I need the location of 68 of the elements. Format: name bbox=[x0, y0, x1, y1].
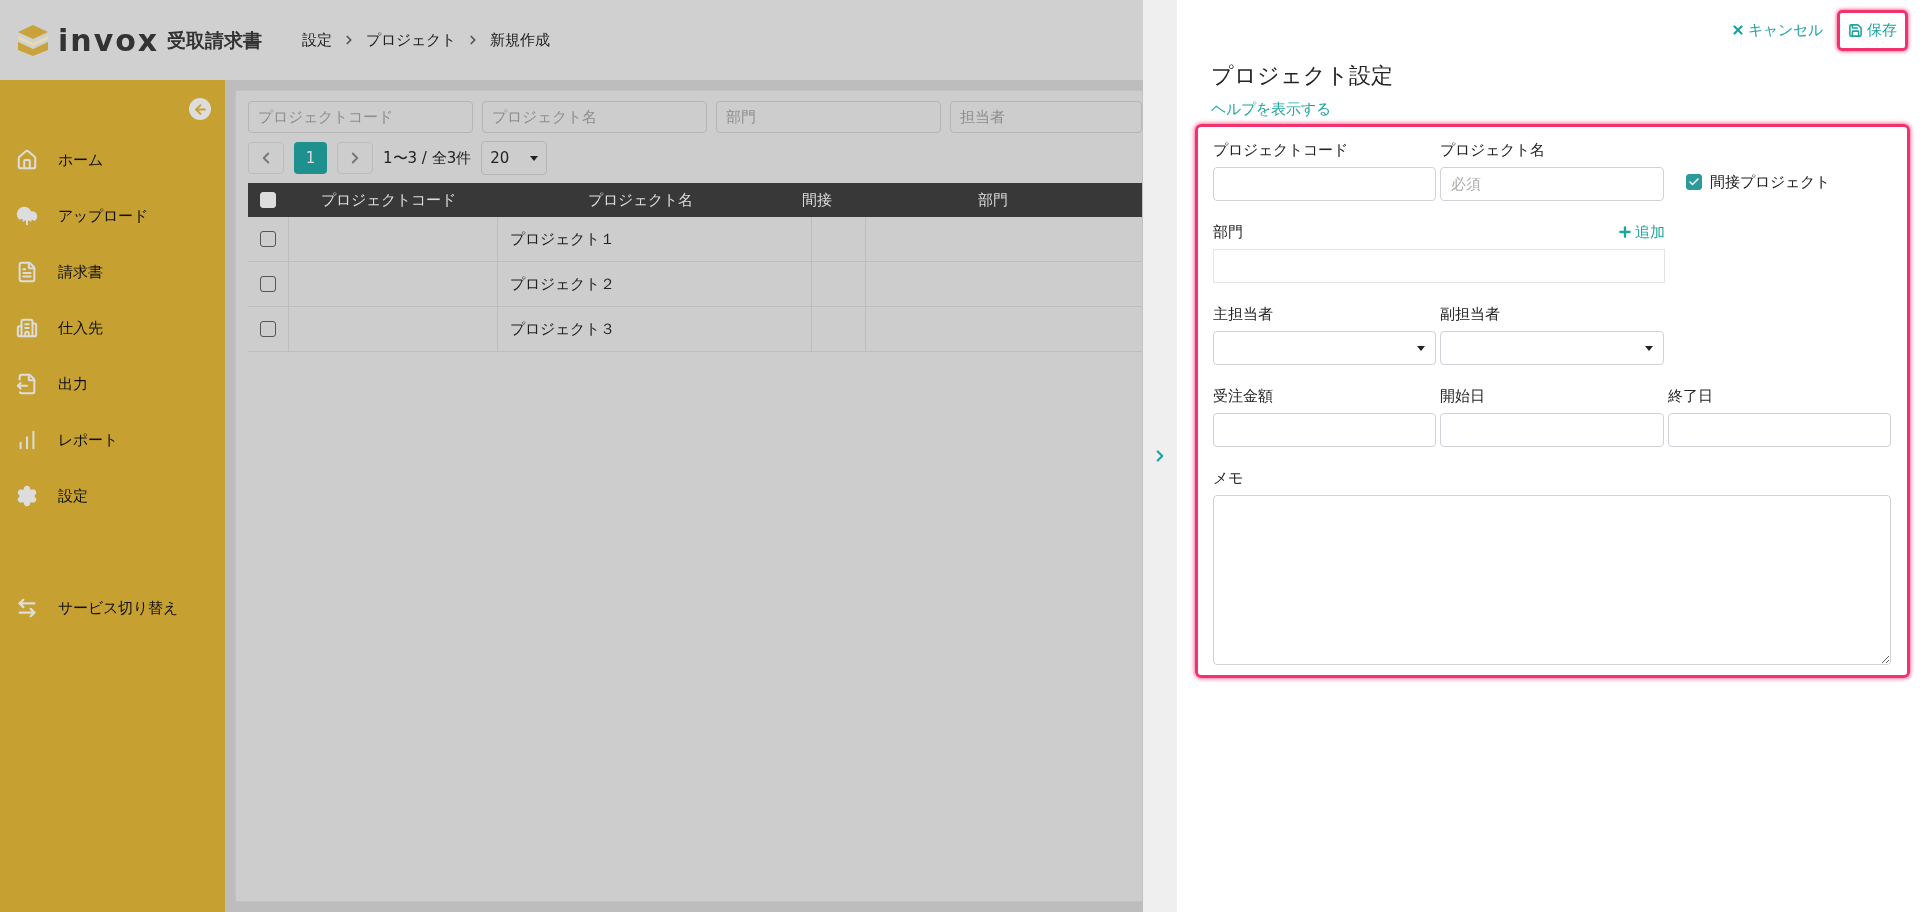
building-icon bbox=[16, 317, 38, 339]
switch-arrows-icon bbox=[16, 597, 38, 619]
prev-page-button[interactable] bbox=[248, 142, 284, 174]
field-label: 終了日 bbox=[1667, 386, 1714, 407]
select-field[interactable] bbox=[1440, 331, 1664, 365]
checkbox[interactable] bbox=[1685, 173, 1702, 190]
checkbox[interactable] bbox=[260, 231, 276, 247]
field-label: 部門 bbox=[1213, 222, 1243, 243]
filter-field[interactable]: プロジェクトコード bbox=[248, 101, 473, 133]
check-icon bbox=[1687, 175, 1700, 188]
home-icon bbox=[16, 149, 38, 171]
checkbox[interactable] bbox=[260, 276, 276, 292]
select-field[interactable] bbox=[1213, 331, 1437, 365]
save-icon bbox=[1848, 22, 1863, 38]
checkbox[interactable] bbox=[260, 321, 276, 337]
logo-subtext: 受取請求書 bbox=[167, 27, 263, 53]
cloud-upload-icon bbox=[16, 205, 38, 227]
logo-text: invox bbox=[58, 21, 160, 60]
table-cell-text: プロジェクト１ bbox=[510, 228, 615, 250]
page-size-select[interactable]: 20 bbox=[481, 141, 548, 175]
plus-icon bbox=[1617, 224, 1633, 241]
caret-icon bbox=[530, 155, 539, 161]
caret-icon bbox=[1644, 345, 1653, 351]
document-icon bbox=[16, 261, 38, 283]
collapse-button[interactable] bbox=[189, 98, 211, 120]
close-icon bbox=[1731, 23, 1745, 38]
panel-title: プロジェクト設定 bbox=[1210, 61, 1394, 90]
sidebar-item[interactable]: 出力 bbox=[0, 356, 225, 412]
filter-field[interactable]: 担当者 bbox=[950, 101, 1142, 133]
memo-textarea[interactable] bbox=[1213, 495, 1891, 665]
field-label: 開始日 bbox=[1440, 386, 1487, 407]
settings-icon bbox=[16, 485, 38, 507]
field-label: 副担当者 bbox=[1440, 304, 1502, 325]
breadcrumb-item[interactable]: プロジェクト bbox=[366, 28, 457, 52]
input-field[interactable] bbox=[1213, 249, 1665, 283]
table-cell-text: プロジェクト２ bbox=[510, 273, 615, 295]
sidebar-item[interactable]: 仕入先 bbox=[0, 300, 225, 356]
input-field[interactable] bbox=[1667, 413, 1891, 447]
breadcrumb-item[interactable]: 新規作成 bbox=[490, 28, 551, 52]
input-field[interactable]: 必須 bbox=[1440, 167, 1664, 201]
field-label: 受注金額 bbox=[1213, 386, 1274, 407]
field-label: プロジェクト名 bbox=[1440, 140, 1547, 161]
input-field[interactable] bbox=[1213, 167, 1437, 201]
caret-icon bbox=[1417, 345, 1426, 351]
field-label: メモ bbox=[1213, 468, 1244, 489]
column-header[interactable]: 部門 bbox=[977, 188, 1008, 212]
input-field[interactable] bbox=[1213, 413, 1437, 447]
logo-icon bbox=[16, 23, 50, 57]
column-header[interactable]: プロジェクトコード bbox=[320, 188, 456, 212]
filter-field[interactable]: プロジェクト名 bbox=[482, 101, 707, 133]
sidebar-item[interactable]: サービス切り替え bbox=[0, 580, 225, 636]
table-cell-text: プロジェクト３ bbox=[510, 318, 615, 340]
filter-field[interactable]: 部門 bbox=[716, 101, 941, 133]
column-header[interactable]: 間接 bbox=[802, 188, 833, 212]
sidebar-item[interactable]: アップロード bbox=[0, 188, 225, 244]
column-header[interactable]: プロジェクト名 bbox=[587, 188, 693, 212]
result-count: 1〜3 / 全3件 bbox=[383, 147, 472, 169]
next-page-button[interactable] bbox=[337, 142, 373, 174]
field-label: プロジェクトコード bbox=[1213, 140, 1349, 161]
breadcrumb-item[interactable]: 設定 bbox=[302, 28, 333, 52]
sidebar-item[interactable]: ホーム bbox=[0, 132, 225, 188]
file-export-icon bbox=[16, 373, 38, 395]
sidebar-item[interactable]: レポート bbox=[0, 412, 225, 468]
sidebar-item[interactable]: 請求書 bbox=[0, 244, 225, 300]
sidebar-item[interactable]: 設定 bbox=[0, 468, 225, 524]
checkbox-label: 間接プロジェクト bbox=[1709, 171, 1830, 193]
input-field[interactable] bbox=[1440, 413, 1664, 447]
field-label: 主担当者 bbox=[1213, 304, 1274, 325]
